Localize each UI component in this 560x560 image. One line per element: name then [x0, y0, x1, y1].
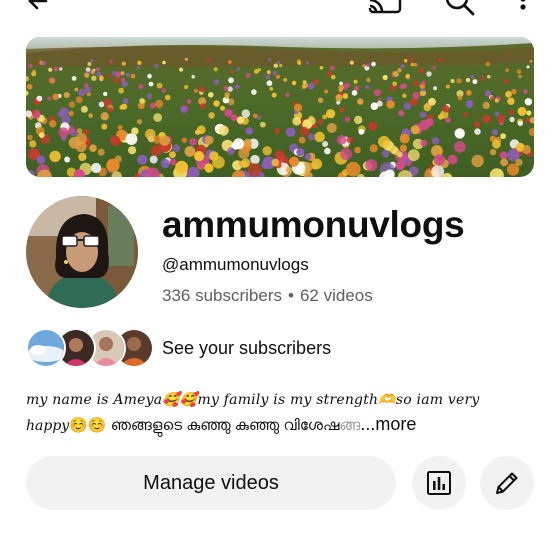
cast-icon[interactable]: [366, 0, 402, 21]
smiling-hearts-emoji: 🥰: [179, 392, 198, 408]
top-app-bar: [0, 0, 560, 22]
more-link[interactable]: ...more: [360, 414, 416, 434]
subscriber-avatar: [26, 328, 66, 368]
subscriber-avatars[interactable]: [26, 328, 154, 368]
channel-banner: [26, 37, 534, 177]
manage-videos-button[interactable]: Manage videos: [26, 456, 396, 510]
channel-avatar[interactable]: [26, 196, 138, 308]
flower-field-banner: [26, 37, 534, 177]
smiling-emoji: ☺️: [87, 417, 107, 434]
description-line-2: happy☺️☺️ ഞങ്ങളുടെ കുഞ്ഞു കുഞ്ഞു വിശേഷങ്…: [26, 414, 417, 434]
search-icon[interactable]: [442, 0, 476, 21]
smiling-emoji: ☺️: [69, 417, 88, 434]
channel-name: ammumonuvlogs: [162, 204, 465, 245]
heart-hands-emoji: 🫶: [378, 392, 396, 408]
channel-handle: @ammumonuvlogs: [162, 255, 309, 274]
stats-separator: •: [288, 286, 294, 305]
smiling-hearts-emoji: 🥰: [162, 392, 180, 408]
description-line-1: my name is Ameya🥰🥰my family is my streng…: [26, 392, 480, 408]
edit-pencil-icon: [496, 472, 518, 494]
subscriber-count: 336 subscribers: [162, 286, 283, 305]
channel-description[interactable]: my name is Ameya🥰🥰my family is my streng…: [26, 388, 536, 438]
analytics-button[interactable]: [412, 456, 466, 510]
back-arrow-icon[interactable]: [22, 0, 52, 21]
analytics-icon: [427, 471, 451, 495]
more-vert-icon[interactable]: [516, 0, 530, 21]
edit-channel-button[interactable]: [480, 456, 534, 510]
video-count: 62 videos: [299, 286, 373, 305]
channel-stats: 336 subscribers • 62 videos: [162, 286, 373, 306]
see-subscribers-link[interactable]: See your subscribers: [162, 338, 331, 359]
